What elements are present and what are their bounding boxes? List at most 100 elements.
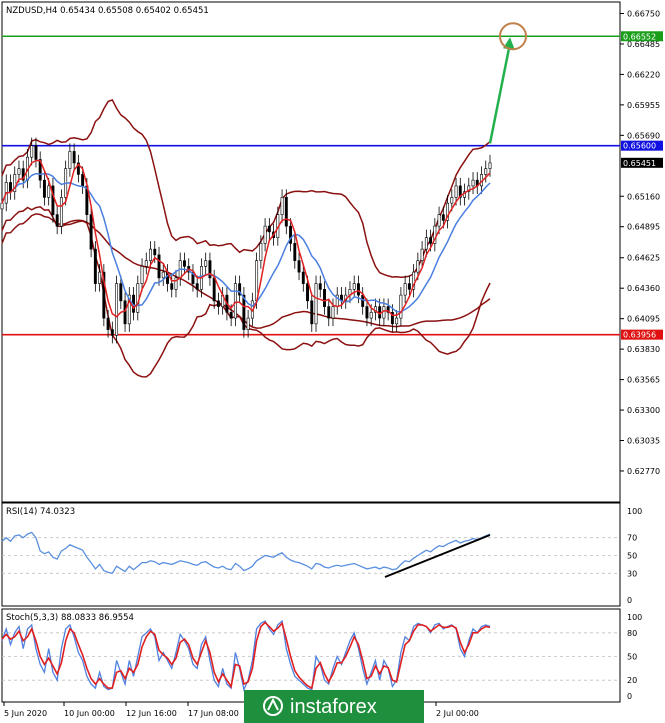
candle-body — [399, 294, 403, 319]
candle-body — [246, 317, 250, 330]
candle-body — [420, 248, 424, 261]
level-price-label: 0.65600 — [623, 142, 656, 151]
candle-body — [331, 306, 335, 319]
candle-body — [144, 260, 148, 267]
candle-body — [110, 329, 114, 336]
rsi-tick-label: 0 — [627, 596, 632, 605]
candle-body — [416, 260, 420, 273]
stoch-tick-label: 80 — [627, 629, 637, 638]
candle-body — [55, 214, 59, 227]
price-tick-label: 0.62770 — [627, 467, 660, 476]
price-axis: 0.66750 0.66485 0.66220 0.65955 0.65690 0.651… — [620, 9, 660, 476]
candle-body — [212, 277, 216, 302]
chart-canvas: 0.66750 0.66485 0.66220 0.65955 0.65690 0.651… — [0, 1, 663, 723]
current-price-label: 0.65451 — [623, 159, 656, 168]
time-tick-label: 2 Jul 00:00 — [436, 709, 479, 718]
time-tick-label: 10 Jun 00:00 — [64, 709, 115, 718]
candle-body — [136, 283, 140, 313]
candle-body — [153, 248, 157, 256]
stoch-tick-label: 0 — [627, 692, 632, 701]
candle-body — [81, 174, 85, 187]
candle-body — [369, 312, 373, 319]
rsi-title: RSI(14) 74.0323 — [6, 507, 75, 517]
candle-body — [488, 162, 492, 169]
candle-body — [9, 182, 12, 192]
candle-body — [170, 283, 174, 290]
candle-body — [42, 179, 46, 198]
candle-body — [161, 271, 165, 279]
level-price-label: 0.63956 — [623, 331, 656, 340]
rsi-panel — [1, 502, 621, 607]
price-tick-label: 0.65160 — [627, 192, 660, 201]
candle-body — [119, 283, 123, 302]
candle-body — [323, 289, 326, 307]
price-tick-label: 0.64360 — [627, 284, 660, 293]
candle-body — [229, 312, 233, 319]
candle-body — [280, 197, 284, 215]
candle-body — [297, 260, 301, 273]
price-chart-title: NZDUSD,H4 0.65434 0.65508 0.65402 0.6545… — [6, 6, 209, 16]
candle-body — [310, 300, 314, 325]
candle-body — [195, 283, 199, 290]
candle-body — [157, 254, 161, 279]
candle-body — [89, 214, 93, 250]
candle-body — [204, 260, 208, 267]
candle-body — [140, 266, 144, 284]
price-tick-label: 0.63830 — [627, 345, 660, 354]
candle-body — [259, 243, 263, 261]
candle-body — [293, 243, 297, 261]
rsi-tick-label: 100 — [627, 507, 642, 516]
candle-body — [318, 283, 322, 290]
candle-body — [183, 260, 186, 267]
candle-body — [149, 248, 152, 261]
candle-body — [59, 197, 63, 227]
candle-body — [72, 151, 76, 164]
time-tick-label: 5 Jun 2020 — [4, 709, 47, 718]
candle-body — [30, 145, 34, 158]
candle-body — [352, 283, 356, 290]
rsi-tick-label: 70 — [627, 534, 637, 543]
candle-body — [424, 237, 428, 250]
candle-body — [437, 214, 441, 227]
price-tick-label: 0.63565 — [627, 376, 660, 385]
watermark: instaforex — [244, 690, 424, 723]
rsi-tick-label: 30 — [627, 569, 637, 578]
candle-body — [233, 283, 237, 319]
candle-body — [450, 197, 454, 204]
watermark-text: instaforex — [290, 696, 377, 718]
candle-body — [98, 271, 102, 284]
candle-body — [284, 197, 288, 227]
candle-body — [47, 185, 51, 198]
candle-body — [484, 168, 488, 175]
candle-body — [403, 283, 407, 296]
candle-body — [93, 248, 97, 284]
stoch-tick-label: 100 — [627, 613, 642, 622]
candle-body — [407, 283, 411, 290]
candle-body — [395, 317, 399, 325]
candle-body — [327, 306, 331, 319]
stoch-tick-label: 20 — [627, 676, 637, 685]
price-tick-label: 0.63300 — [627, 406, 660, 415]
time-tick-label: 12 Jun 16:00 — [126, 709, 177, 718]
candle-body — [314, 283, 318, 325]
candle-body — [306, 283, 309, 302]
level-price-label: 0.66552 — [623, 32, 656, 41]
candle-body — [68, 151, 72, 169]
price-tick-label: 0.66750 — [627, 9, 660, 18]
price-tick-label: 0.64625 — [627, 254, 660, 263]
candle-body — [454, 185, 458, 198]
price-tick-label: 0.63035 — [627, 437, 660, 446]
candle-body — [216, 300, 220, 307]
candle-body — [441, 214, 445, 221]
price-tick-label: 0.64095 — [627, 315, 660, 324]
price-tick-label: 0.66485 — [627, 40, 660, 49]
candle-body — [429, 237, 433, 244]
candle-body — [123, 300, 127, 325]
candle-body — [471, 179, 475, 187]
stoch-tick-label: 50 — [627, 653, 637, 662]
price-tick-label: 0.66220 — [627, 70, 660, 79]
price-tick-label: 0.65690 — [627, 131, 660, 140]
candle-body — [263, 225, 267, 244]
candle-body — [115, 283, 119, 336]
candle-body — [361, 294, 365, 307]
